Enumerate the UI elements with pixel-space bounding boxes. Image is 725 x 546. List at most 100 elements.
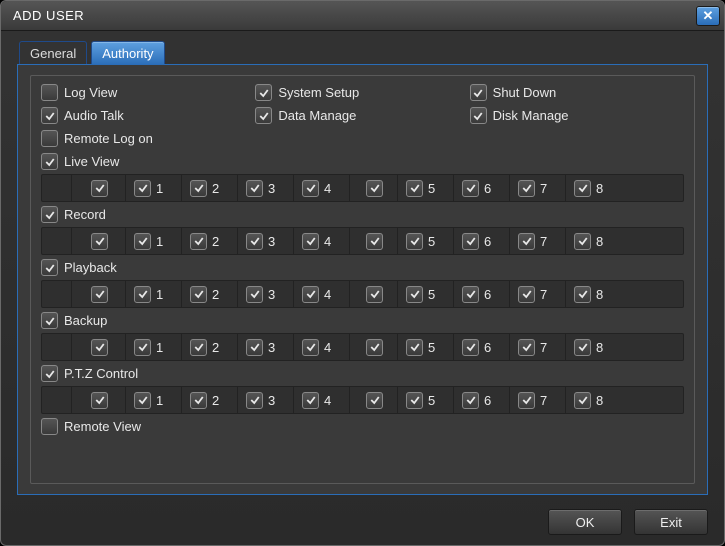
channel-checkbox[interactable]: [302, 180, 319, 197]
channel-checkbox[interactable]: [574, 233, 591, 250]
channel-checkbox[interactable]: [462, 180, 479, 197]
channel-checkbox[interactable]: [366, 339, 383, 356]
channel-label: 1: [156, 287, 163, 302]
channel-checkbox[interactable]: [366, 233, 383, 250]
channel-checkbox[interactable]: [406, 392, 423, 409]
channel-checkbox[interactable]: [246, 180, 263, 197]
channel-checkbox[interactable]: [574, 339, 591, 356]
channel-checkbox[interactable]: [134, 180, 151, 197]
channel-checkbox[interactable]: [91, 286, 108, 303]
authority-panel-inner: Log View System Setup Shut Down Audio Ta…: [30, 75, 695, 484]
chk-record[interactable]: [41, 206, 58, 223]
channel-checkbox[interactable]: [574, 392, 591, 409]
chk-log-view[interactable]: [41, 84, 58, 101]
chk-system-setup[interactable]: [255, 84, 272, 101]
channel-checkbox[interactable]: [462, 392, 479, 409]
channel-checkbox[interactable]: [518, 180, 535, 197]
channel-cell: 5: [398, 334, 454, 360]
channel-checkbox[interactable]: [190, 339, 207, 356]
section-record: Record: [41, 206, 684, 223]
channel-checkbox[interactable]: [134, 339, 151, 356]
channel-checkbox[interactable]: [91, 339, 108, 356]
playback-channel-row: 12345678: [41, 280, 684, 308]
chk-data-manage[interactable]: [255, 107, 272, 124]
channel-label: 3: [268, 340, 275, 355]
channel-checkbox[interactable]: [406, 233, 423, 250]
channel-checkbox[interactable]: [366, 180, 383, 197]
chk-audio-talk[interactable]: [41, 107, 58, 124]
channel-checkbox[interactable]: [518, 233, 535, 250]
channel-checkbox[interactable]: [518, 339, 535, 356]
channel-checkbox[interactable]: [190, 233, 207, 250]
channel-checkbox[interactable]: [518, 286, 535, 303]
channel-checkbox[interactable]: [302, 286, 319, 303]
record-channel-row: 12345678: [41, 227, 684, 255]
chk-live-view[interactable]: [41, 153, 58, 170]
channel-checkbox[interactable]: [366, 286, 383, 303]
tab-general[interactable]: General: [19, 41, 87, 65]
channel-checkbox[interactable]: [91, 233, 108, 250]
channel-checkbox[interactable]: [518, 392, 535, 409]
chk-shut-down[interactable]: [470, 84, 487, 101]
channel-checkbox[interactable]: [462, 339, 479, 356]
channel-checkbox[interactable]: [246, 339, 263, 356]
channel-checkbox[interactable]: [91, 180, 108, 197]
chk-disk-manage[interactable]: [470, 107, 487, 124]
channel-cell: 8: [566, 281, 683, 307]
channel-checkbox[interactable]: [406, 286, 423, 303]
chk-playback[interactable]: [41, 259, 58, 276]
channel-cell: 8: [566, 387, 683, 413]
channel-checkbox[interactable]: [366, 392, 383, 409]
channel-checkbox[interactable]: [462, 233, 479, 250]
channel-checkbox[interactable]: [134, 392, 151, 409]
section-ptz-control: P.T.Z Control: [41, 365, 684, 382]
channel-empty-cell: [350, 387, 398, 413]
channel-label: 7: [540, 287, 547, 302]
channel-checkbox[interactable]: [302, 392, 319, 409]
channel-checkbox[interactable]: [406, 339, 423, 356]
channel-cell: 5: [398, 281, 454, 307]
channel-cell: 6: [454, 228, 510, 254]
channel-checkbox[interactable]: [302, 233, 319, 250]
channel-cell: 8: [566, 175, 683, 201]
channel-checkbox[interactable]: [246, 392, 263, 409]
channel-checkbox[interactable]: [462, 286, 479, 303]
channel-cell: 6: [454, 281, 510, 307]
channel-checkbox[interactable]: [91, 392, 108, 409]
channel-label: 7: [540, 234, 547, 249]
close-icon: ✕: [703, 8, 714, 24]
channel-checkbox[interactable]: [574, 286, 591, 303]
channel-checkbox[interactable]: [406, 180, 423, 197]
channel-checkbox[interactable]: [190, 180, 207, 197]
channel-cell: 7: [510, 281, 566, 307]
channel-label: 1: [156, 181, 163, 196]
channel-label: 8: [596, 234, 603, 249]
channel-cell: 3: [238, 175, 294, 201]
channel-label: 6: [484, 340, 491, 355]
section-live-view: Live View: [41, 153, 684, 170]
tab-authority[interactable]: Authority: [91, 41, 164, 65]
channel-checkbox[interactable]: [574, 180, 591, 197]
exit-button[interactable]: Exit: [634, 509, 708, 535]
ok-button[interactable]: OK: [548, 509, 622, 535]
channel-checkbox[interactable]: [134, 233, 151, 250]
channel-empty-cell: [350, 281, 398, 307]
channel-empty-cell: [350, 175, 398, 201]
close-button[interactable]: ✕: [696, 6, 720, 26]
channel-row-spacer: [42, 228, 72, 254]
channel-label: 2: [212, 340, 219, 355]
chk-backup[interactable]: [41, 312, 58, 329]
chk-remote-view[interactable]: [41, 418, 58, 435]
channel-checkbox[interactable]: [302, 339, 319, 356]
channel-checkbox[interactable]: [190, 392, 207, 409]
label-live-view: Live View: [64, 154, 119, 169]
channel-checkbox[interactable]: [246, 233, 263, 250]
titlebar: ADD USER ✕: [1, 1, 724, 31]
chk-ptz-control[interactable]: [41, 365, 58, 382]
channel-label: 3: [268, 287, 275, 302]
channel-row-spacer: [42, 175, 72, 201]
channel-checkbox[interactable]: [134, 286, 151, 303]
chk-remote-log-on[interactable]: [41, 130, 58, 147]
channel-checkbox[interactable]: [190, 286, 207, 303]
channel-checkbox[interactable]: [246, 286, 263, 303]
